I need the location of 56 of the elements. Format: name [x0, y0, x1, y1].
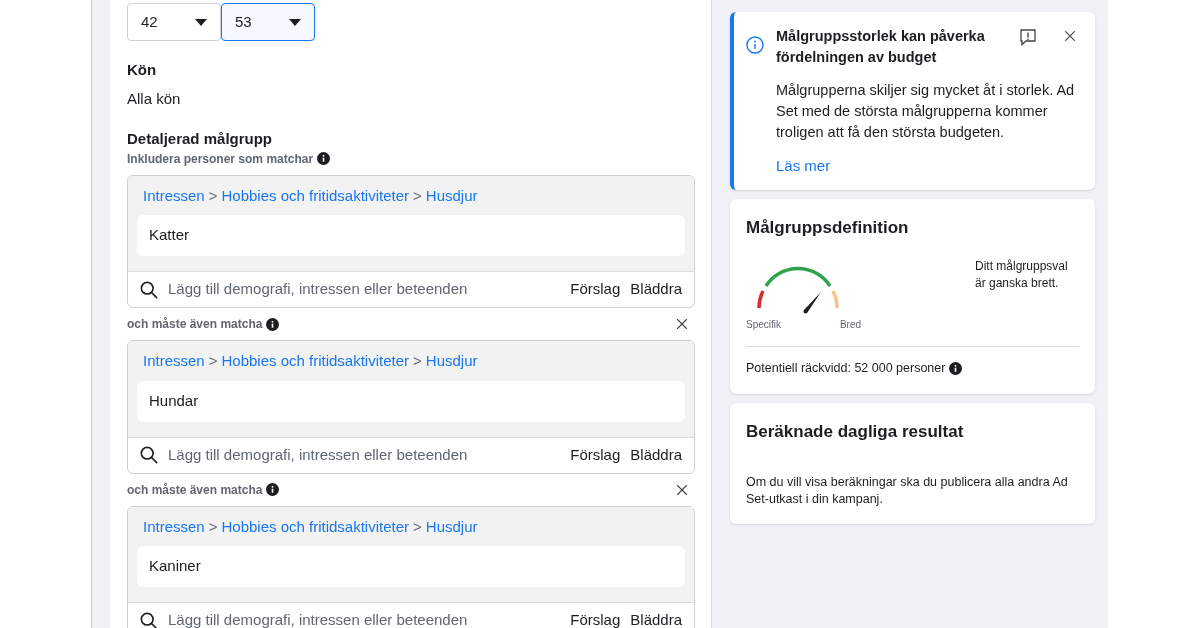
reach-text: Potentiell räckvidd: 52 000 personer	[746, 360, 946, 377]
info-icon[interactable]	[949, 361, 963, 375]
action-link[interactable]: Förslag	[570, 443, 621, 467]
info-icon[interactable]	[266, 483, 280, 496]
breadcrumb-separator: >	[413, 185, 422, 206]
definition-summary: Ditt målgruppsval är ganska brett.	[975, 258, 1069, 292]
gender-value: Alla kön	[127, 88, 182, 109]
info-icon	[746, 36, 764, 54]
section-heading: Detaljerad målgrupp	[127, 129, 274, 149]
breadcrumb-separator: >	[208, 351, 218, 371]
selected-interest[interactable]: Katter	[137, 215, 685, 256]
gauge-label: Specifik	[746, 318, 781, 332]
search-field[interactable]: Lägg till demografi, intressen eller beteenden	[168, 443, 561, 467]
age-select[interactable]: 42	[127, 3, 221, 41]
breadcrumb-separator: >	[208, 185, 218, 206]
search-icon	[140, 280, 158, 299]
feedback-icon[interactable]	[1019, 28, 1037, 46]
breadcrumb-link[interactable]: Intressen	[143, 350, 205, 373]
notice-text: Målgrupperna skiljer sig mycket åt i storlek. Ad Set med de största målgrupperna kommer troligen att få den största budgeten.	[776, 81, 1076, 142]
action-link[interactable]: Bläddra	[630, 278, 682, 301]
search-field[interactable]: Lägg till demografi, intressen eller beteenden	[168, 278, 561, 301]
group-label: och måste även matcha	[127, 316, 263, 333]
breadcrumb-link[interactable]: Hobbies och fritidsaktiviteter	[221, 184, 410, 207]
search-icon	[140, 446, 158, 464]
age-select[interactable]: 53	[221, 3, 315, 41]
breadcrumb-link[interactable]: Husdjur	[425, 350, 478, 373]
info-icon[interactable]	[266, 317, 280, 331]
action-link[interactable]: Förslag	[570, 278, 621, 301]
read-more-link[interactable]: Läs mer	[776, 155, 1079, 178]
breadcrumb-link[interactable]: Husdjur	[425, 184, 478, 207]
action-link[interactable]: Bläddra	[630, 443, 682, 467]
gauge-label: Bred	[839, 318, 861, 332]
breadcrumb-separator: >	[208, 516, 218, 537]
estimates-text: Om du vill visa beräkningar ska du publicera alla andra Ad Set-utkast i din kampanj.	[746, 474, 1069, 509]
group-label: och måste även matcha	[127, 481, 263, 499]
notice-title: Målgruppsstorlek kan påverka fördelningen av budget	[776, 27, 986, 67]
search-field[interactable]: Lägg till demografi, intressen eller beteenden	[168, 609, 561, 628]
breadcrumb-link[interactable]: Intressen	[143, 515, 205, 538]
breadcrumb-link[interactable]: Intressen	[143, 184, 205, 207]
section-heading: Kön	[127, 60, 158, 80]
caret-icon	[195, 18, 207, 26]
breadcrumb-separator: >	[413, 516, 422, 537]
search-icon	[140, 611, 158, 628]
group-label: Inkludera personer som matchar	[127, 150, 314, 168]
breadcrumb-separator: >	[413, 351, 422, 371]
breadcrumb-link[interactable]: Husdjur	[425, 515, 478, 538]
action-link[interactable]: Förslag	[570, 609, 621, 628]
breadcrumb-link[interactable]: Hobbies och fritidsaktiviteter	[221, 350, 410, 373]
action-link[interactable]: Bläddra	[630, 609, 682, 628]
card-title: Beräknade dagliga resultat	[746, 420, 965, 443]
caret-icon	[289, 18, 301, 26]
card-title: Målgruppsdefinition	[746, 216, 910, 239]
info-icon[interactable]	[317, 152, 331, 165]
selected-interest[interactable]: Kaniner	[137, 546, 685, 587]
selected-interest[interactable]: Hundar	[137, 380, 685, 422]
breadcrumb-link[interactable]: Hobbies och fritidsaktiviteter	[221, 515, 410, 538]
